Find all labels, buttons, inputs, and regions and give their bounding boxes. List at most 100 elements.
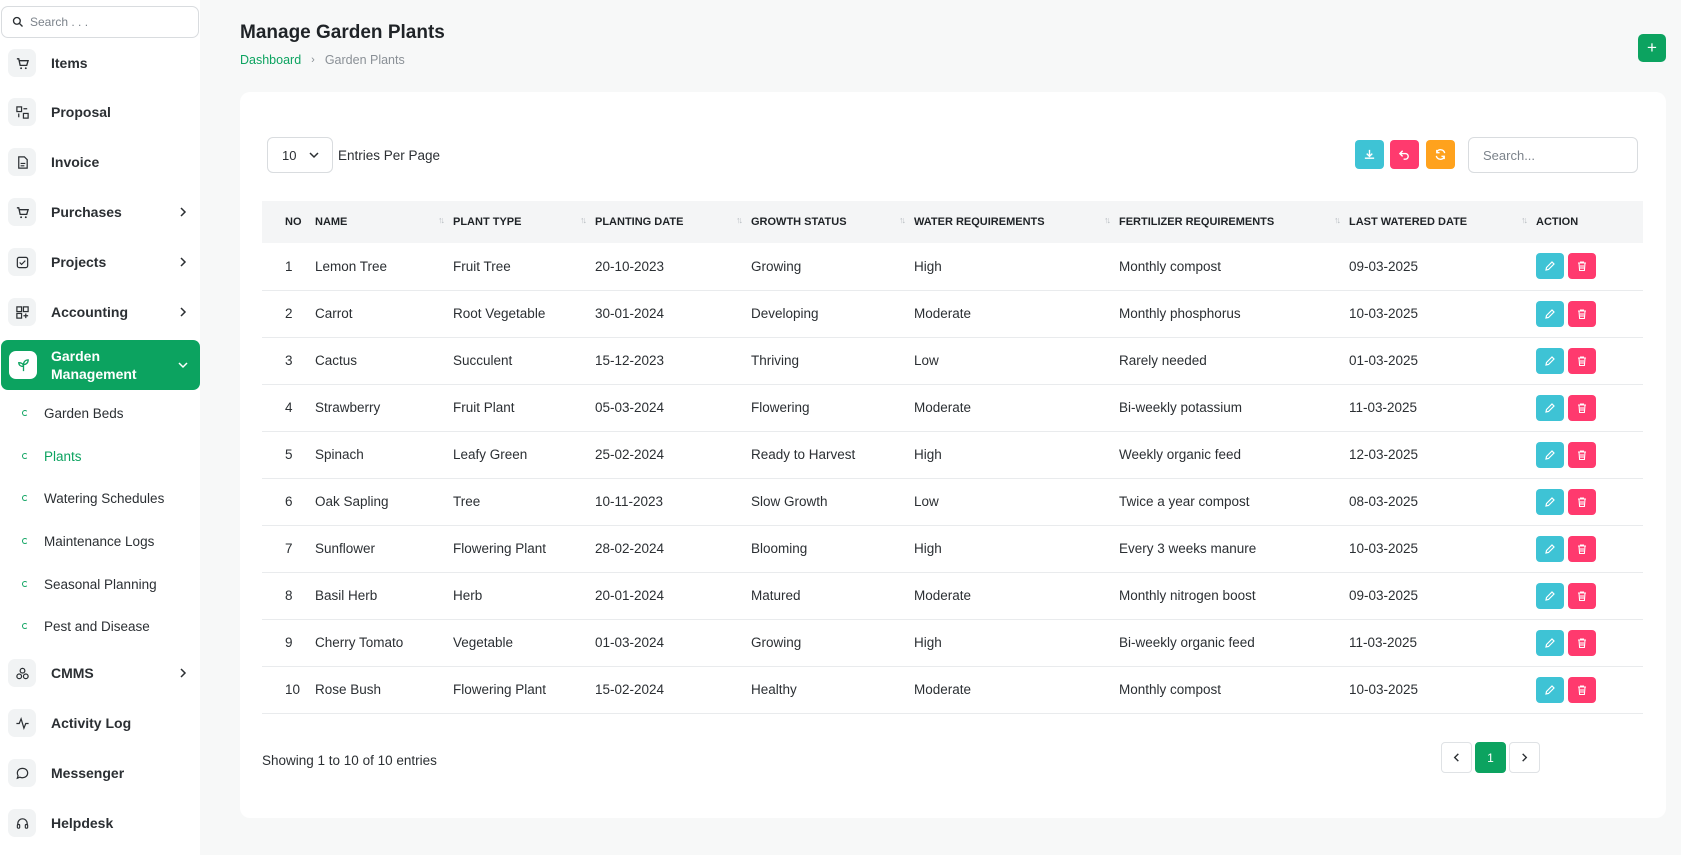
delete-button[interactable] (1568, 535, 1596, 562)
chevron-down-icon (309, 152, 319, 159)
cell-no: 2 (285, 306, 293, 321)
column-header-name[interactable]: NAME ↑↓ (315, 201, 453, 243)
cell-planting-date: 15-02-2024 (595, 682, 665, 697)
trash-icon (1578, 590, 1586, 601)
sidebar-item-accounting[interactable]: Accounting (0, 290, 200, 334)
breadcrumb-home-link[interactable]: Dashboard (240, 53, 301, 67)
sidebar-item-items[interactable]: Items (0, 41, 200, 85)
cell-plant-type: Succulent (453, 353, 513, 368)
column-header-plant-type[interactable]: PLANT TYPE ↑↓ (453, 201, 595, 243)
cell-no: 4 (285, 400, 293, 415)
sidebar-subitem-plants[interactable]: Plants (0, 441, 200, 471)
export-button[interactable] (1355, 140, 1384, 169)
sidebar-item-label: Items (51, 55, 88, 71)
sidebar: Search . . . Items Proposal Invoice Purc… (0, 0, 200, 855)
delete-button[interactable] (1568, 300, 1596, 327)
column-header-water-requirements[interactable]: WATER REQUIREMENTS ↑↓ (914, 201, 1119, 243)
reset-button[interactable] (1390, 140, 1419, 169)
chevron-left-icon (1453, 753, 1459, 762)
delete-button[interactable] (1568, 582, 1596, 609)
sidebar-item-garden-management[interactable]: Garden Management (1, 340, 200, 390)
cell-growth-status: Slow Growth (751, 494, 828, 509)
cell-water-requirements: Moderate (914, 588, 972, 603)
sidebar-subitem-seasonal-planning[interactable]: Seasonal Planning (0, 569, 200, 599)
delete-button[interactable] (1568, 676, 1596, 703)
add-plant-button[interactable]: + (1638, 34, 1666, 62)
edit-button[interactable] (1536, 488, 1564, 515)
edit-button[interactable] (1536, 629, 1564, 656)
edit-button[interactable] (1536, 394, 1564, 421)
download-icon (1364, 149, 1375, 159)
edit-button[interactable] (1536, 300, 1564, 327)
column-header-last-watered-date[interactable]: LAST WATERED DATE ↑↓ (1349, 201, 1536, 243)
sidebar-subitem-pest-and-disease[interactable]: Pest and Disease (0, 611, 200, 641)
page-title: Manage Garden Plants (240, 22, 445, 43)
cell-name: Cherry Tomato (315, 635, 404, 650)
sidebar-item-purchases[interactable]: Purchases (0, 190, 200, 234)
sidebar-subitem-label: Plants (44, 448, 82, 464)
edit-button[interactable] (1536, 535, 1564, 562)
bullet-icon (22, 623, 28, 629)
delete-button[interactable] (1568, 253, 1596, 280)
table-search-input[interactable] (1468, 137, 1638, 173)
cell-action (1536, 384, 1643, 431)
cell-plant-type: Leafy Green (453, 447, 528, 462)
table-row: 9 Cherry Tomato Vegetable 01-03-2024 Growing… (262, 619, 1643, 666)
edit-button[interactable] (1536, 676, 1564, 703)
delete-button[interactable] (1568, 347, 1596, 374)
sidebar-item-proposal[interactable]: Proposal (0, 90, 200, 134)
chevron-right-icon (180, 257, 187, 267)
sidebar-item-helpdesk[interactable]: Helpdesk (0, 801, 200, 845)
sidebar-item-messenger[interactable]: Messenger (0, 751, 200, 795)
page-button-current[interactable]: 1 (1475, 742, 1506, 773)
sidebar-item-projects[interactable]: Projects (0, 240, 200, 284)
edit-button[interactable] (1536, 441, 1564, 468)
cell-growth-status: Matured (751, 588, 801, 603)
edit-button[interactable] (1536, 582, 1564, 609)
next-page-button[interactable] (1509, 742, 1540, 773)
bullet-icon (22, 581, 28, 587)
previous-page-button[interactable] (1441, 742, 1472, 773)
edit-button[interactable] (1536, 347, 1564, 374)
column-header-planting-date[interactable]: PLANTING DATE ↑↓ (595, 201, 751, 243)
table-row: 7 Sunflower Flowering Plant 28-02-2024 Bloom… (262, 525, 1643, 572)
cell-fertilizer-requirements: Twice a year compost (1119, 494, 1250, 509)
bullet-icon (22, 538, 28, 544)
cell-action (1536, 666, 1643, 713)
bullet-icon (22, 453, 28, 459)
column-header-fertilizer-requirements[interactable]: FERTILIZER REQUIREMENTS ↑↓ (1119, 201, 1349, 243)
sidebar-subitem-garden-beds[interactable]: Garden Beds (0, 398, 200, 428)
sort-icon: ↑↓ (1104, 215, 1111, 225)
column-header-growth-status[interactable]: GROWTH STATUS ↑↓ (751, 201, 914, 243)
sidebar-item-activity-log[interactable]: Activity Log (0, 701, 200, 745)
showing-entries-text: Showing 1 to 10 of 10 entries (262, 753, 437, 768)
delete-button[interactable] (1568, 629, 1596, 656)
breadcrumb: Dashboard › Garden Plants (240, 53, 405, 67)
cell-growth-status: Growing (751, 635, 802, 650)
sidebar-subitem-label: Garden Beds (44, 405, 124, 421)
cell-growth-status: Ready to Harvest (751, 447, 856, 462)
delete-button[interactable] (1568, 441, 1596, 468)
cell-plant-type: Flowering Plant (453, 541, 547, 556)
cell-planting-date: 20-01-2024 (595, 588, 665, 603)
cell-fertilizer-requirements: Monthly compost (1119, 682, 1222, 697)
entries-select[interactable]: 10 (267, 137, 333, 173)
sidebar-item-cmms[interactable]: CMMS (0, 651, 200, 695)
cell-fertilizer-requirements: Rarely needed (1119, 353, 1207, 368)
cell-plant-type: Root Vegetable (453, 306, 546, 321)
sidebar-item-invoice[interactable]: Invoice (0, 140, 200, 184)
delete-button[interactable] (1568, 488, 1596, 515)
cart-icon (8, 198, 36, 226)
entries-per-page: 10 Entries Per Page (267, 137, 440, 173)
delete-button[interactable] (1568, 394, 1596, 421)
sidebar-subitem-maintenance-logs[interactable]: Maintenance Logs (0, 526, 200, 556)
cell-fertilizer-requirements: Every 3 weeks manure (1119, 541, 1257, 556)
cell-water-requirements: High (914, 635, 942, 650)
cell-action (1536, 290, 1643, 337)
sidebar-subitem-watering-schedules[interactable]: Watering Schedules (0, 483, 200, 513)
column-header-no[interactable]: NO (262, 201, 315, 243)
sidebar-search-input[interactable]: Search . . . (1, 6, 199, 38)
edit-button[interactable] (1536, 253, 1564, 280)
trash-icon (1578, 402, 1586, 413)
refresh-button[interactable] (1426, 140, 1455, 169)
